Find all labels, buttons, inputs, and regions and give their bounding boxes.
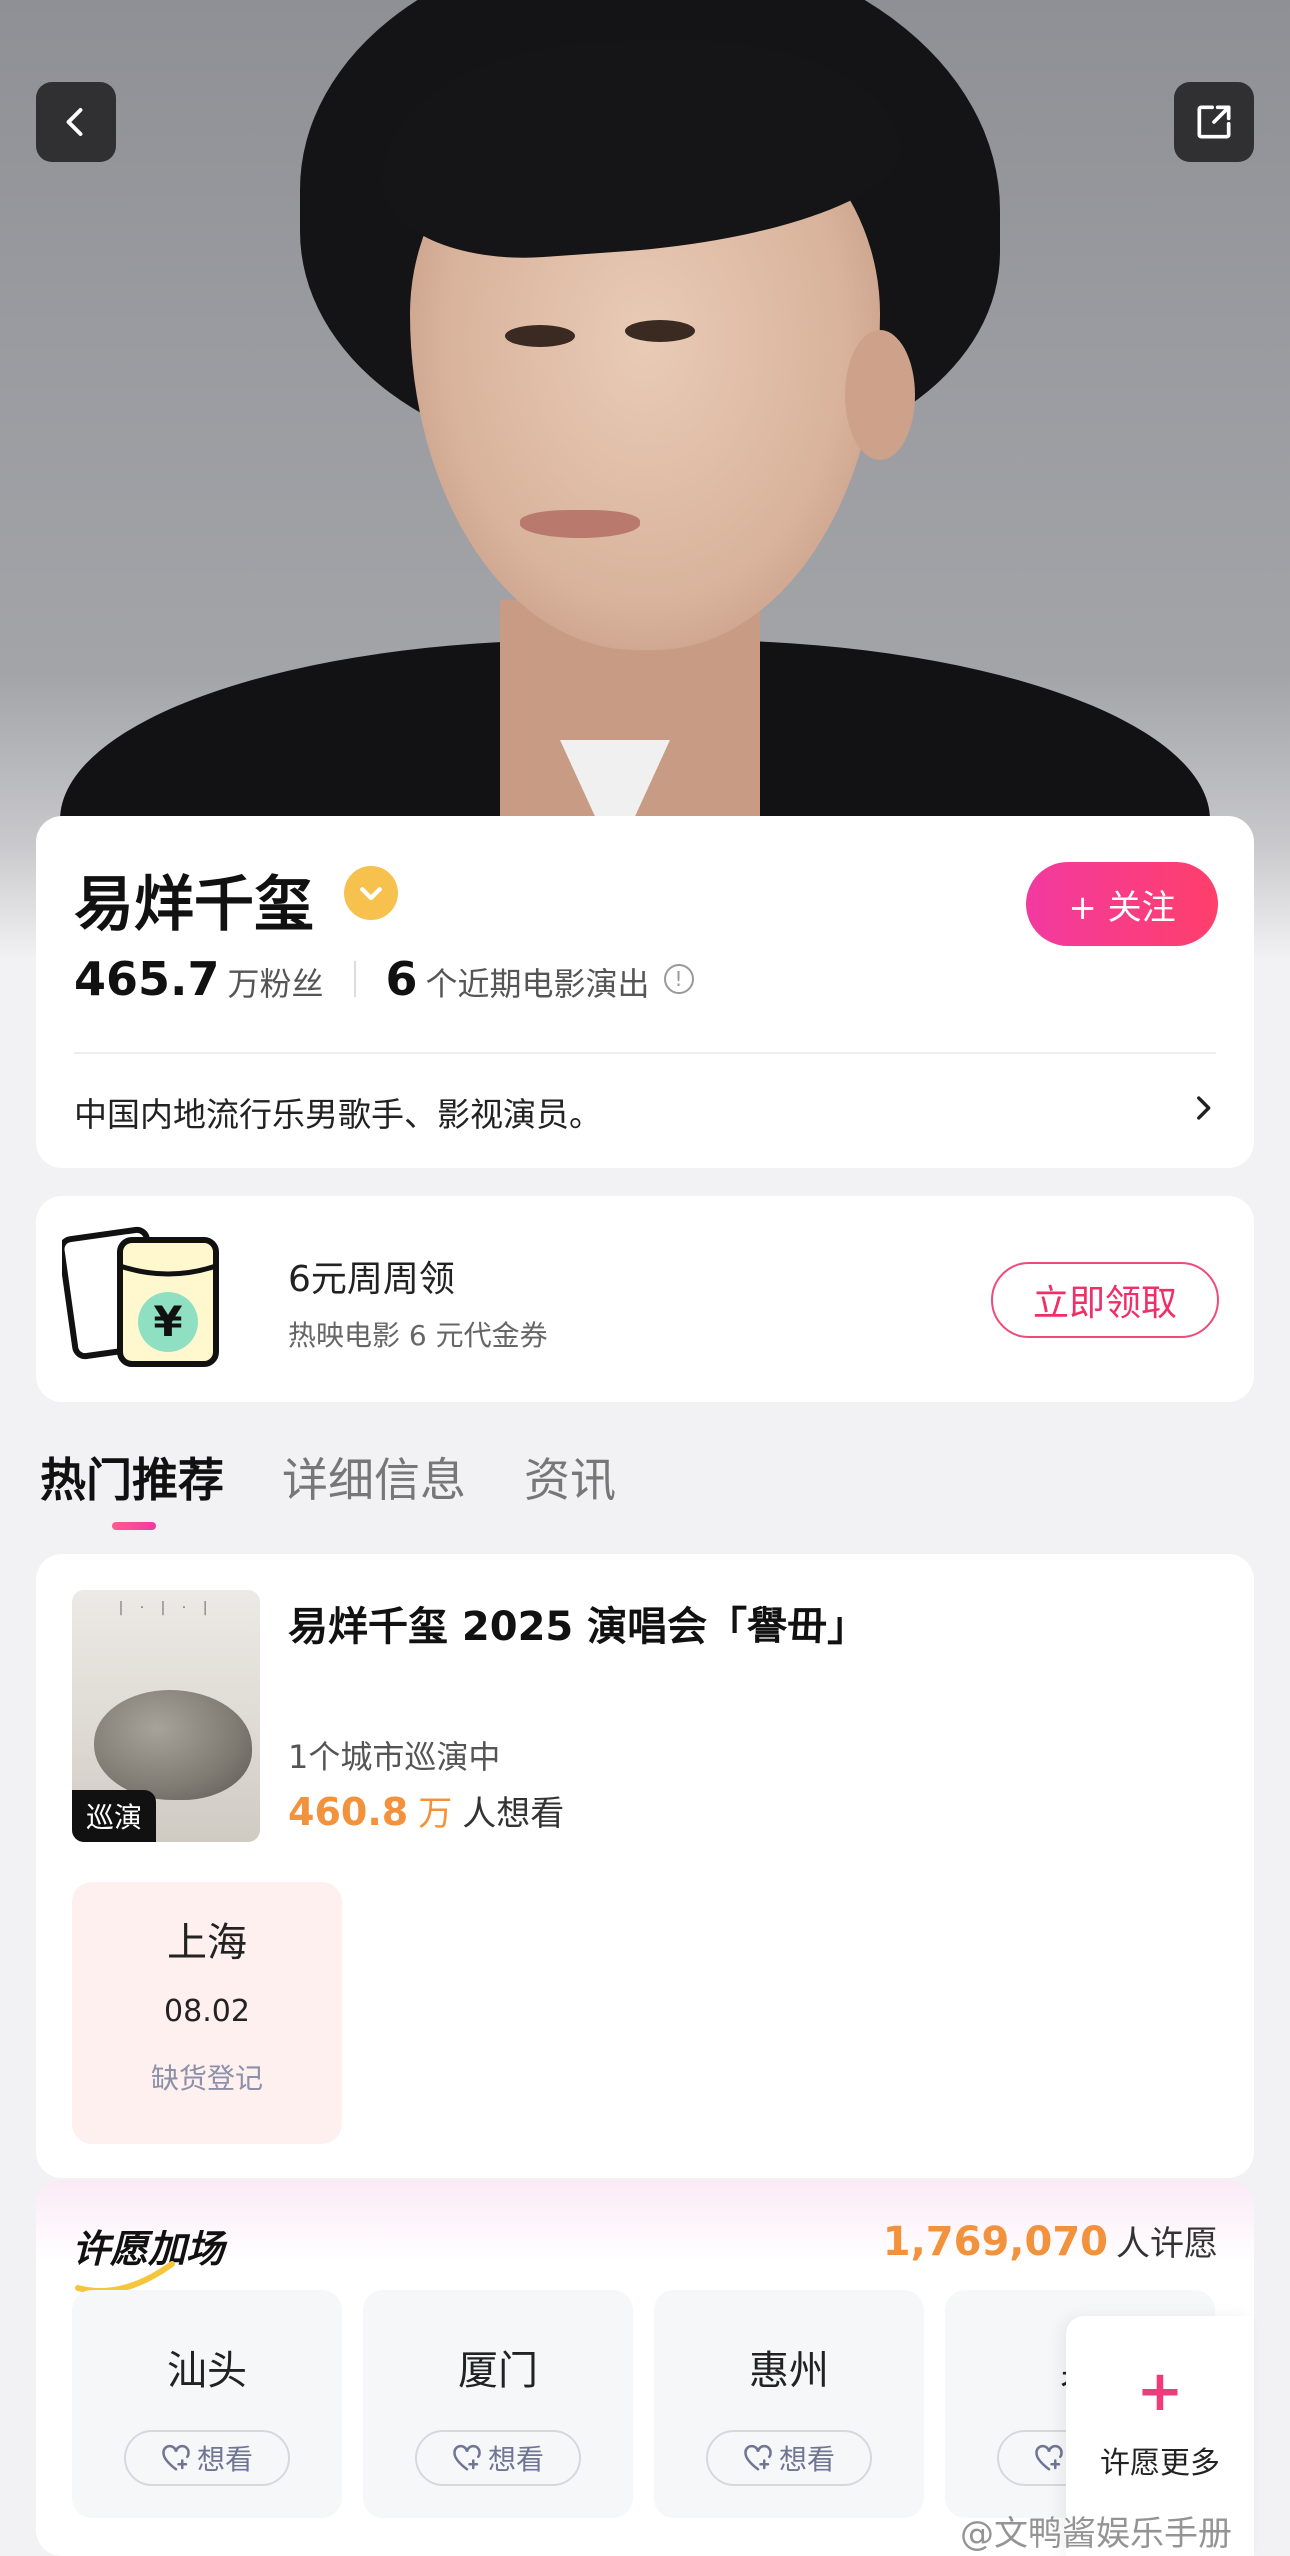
show-city: 上海 bbox=[167, 1920, 247, 1966]
tab-news[interactable]: 资讯 bbox=[524, 1444, 616, 1510]
wish-city-tile[interactable]: 惠州 想看 bbox=[654, 2290, 924, 2518]
hero-ear bbox=[845, 330, 915, 460]
follow-button-label: + 关注 bbox=[1068, 887, 1176, 928]
verified-badge-icon bbox=[344, 866, 398, 920]
coupon-card: ¥ 6元周周领 热映电影 6 元代金券 立即领取 bbox=[36, 1196, 1254, 1402]
event-title[interactable]: 易烊千玺 2025 演唱会「譽毌」 bbox=[288, 1594, 867, 1652]
wish-city-name: 汕头 bbox=[167, 2348, 247, 2394]
event-card[interactable]: | · | · | 巡演 易烊千玺 2025 演唱会「譽毌」 1个城市巡演中 4… bbox=[36, 1554, 1254, 2178]
wants-unit: 万 bbox=[418, 1794, 453, 1834]
wish-city-tile[interactable]: 汕头 想看 bbox=[72, 2290, 342, 2518]
show-date: 08.02 bbox=[164, 1994, 250, 2029]
hero-eye-left bbox=[505, 325, 575, 347]
want-label: 想看 bbox=[487, 2443, 544, 2476]
coupon-title: 6元周周领 bbox=[288, 1259, 455, 1300]
wish-city-name: 厦门 bbox=[458, 2348, 538, 2394]
want-button[interactable]: 想看 bbox=[706, 2430, 872, 2486]
wish-city-tile[interactable]: 厦门 想看 bbox=[363, 2290, 633, 2518]
wants-count: 460.8 bbox=[288, 1790, 409, 1834]
red-envelope-icon: ¥ bbox=[58, 1222, 222, 1372]
want-button[interactable]: 想看 bbox=[124, 2430, 290, 2486]
wants-label: 人想看 bbox=[462, 1794, 565, 1834]
event-wants: 460.8 万 人想看 bbox=[288, 1786, 564, 1835]
shows-count: 6 bbox=[385, 952, 418, 1006]
event-cities: 1个城市巡演中 bbox=[288, 1738, 501, 1776]
poster-rock bbox=[94, 1690, 252, 1800]
fans-count: 465.7 bbox=[74, 952, 220, 1006]
shows-label: 个近期电影演出 bbox=[425, 965, 650, 1003]
wish-city-name: 惠州 bbox=[749, 2348, 829, 2394]
tour-badge: 巡演 bbox=[72, 1790, 157, 1842]
back-button[interactable] bbox=[36, 82, 116, 162]
more-wishes-label: 许愿更多 bbox=[1100, 2446, 1220, 2481]
tab-hot[interactable]: 热门推荐 bbox=[40, 1444, 224, 1530]
profile-stats: 465.7 万粉丝 6 个近期电影演出 ! bbox=[74, 952, 694, 1006]
plus-icon: + bbox=[1136, 2359, 1184, 2424]
follow-button[interactable]: + 关注 bbox=[1026, 862, 1218, 946]
chevron-right-icon[interactable] bbox=[1186, 1088, 1220, 1132]
svg-text:¥: ¥ bbox=[153, 1297, 182, 1346]
chevron-left-icon bbox=[66, 108, 83, 136]
profile-card: 易烊千玺 + 关注 465.7 万粉丝 6 个近期电影演出 ! 中国内地流行乐男… bbox=[36, 816, 1254, 1168]
stats-divider bbox=[353, 961, 356, 997]
wish-count-number: 1,769,070 bbox=[882, 2219, 1108, 2265]
hero-lips bbox=[520, 510, 640, 538]
wish-count: 1,769,070 人许愿 bbox=[883, 2216, 1218, 2265]
coupon-subtitle: 热映电影 6 元代金券 bbox=[288, 1319, 548, 1352]
heart-plus-icon bbox=[453, 2444, 481, 2471]
show-date-tile[interactable]: 上海 08.02 缺货登记 bbox=[72, 1882, 342, 2144]
artist-name: 易烊千玺 bbox=[74, 870, 314, 940]
share-button[interactable] bbox=[1174, 82, 1254, 162]
want-label: 想看 bbox=[778, 2443, 835, 2476]
heart-plus-icon bbox=[1035, 2444, 1063, 2471]
claim-button[interactable]: 立即领取 bbox=[991, 1262, 1219, 1338]
artist-bio[interactable]: 中国内地流行乐男歌手、影视演员。 bbox=[74, 1088, 602, 1136]
heart-plus-icon bbox=[744, 2444, 772, 2471]
event-poster[interactable]: | · | · | 巡演 bbox=[72, 1590, 260, 1842]
want-label: 想看 bbox=[196, 2443, 253, 2476]
wish-count-label: 人许愿 bbox=[1116, 2224, 1218, 2264]
tab-details[interactable]: 详细信息 bbox=[282, 1444, 466, 1510]
hero-eye-right bbox=[625, 320, 695, 342]
share-icon bbox=[1197, 105, 1231, 139]
want-button[interactable]: 想看 bbox=[415, 2430, 581, 2486]
poster-marks: | · | · | bbox=[118, 1600, 214, 1616]
info-icon[interactable]: ! bbox=[663, 964, 694, 994]
heart-plus-icon bbox=[162, 2444, 190, 2471]
fans-unit: 万粉丝 bbox=[227, 965, 324, 1003]
watermark: @文鸭酱娱乐手册 bbox=[960, 2514, 1232, 2554]
stock-status: 缺货登记 bbox=[150, 2062, 263, 2095]
profile-divider bbox=[74, 1052, 1216, 1054]
content-tabs: 热门推荐 详细信息 资讯 bbox=[40, 1444, 616, 1530]
